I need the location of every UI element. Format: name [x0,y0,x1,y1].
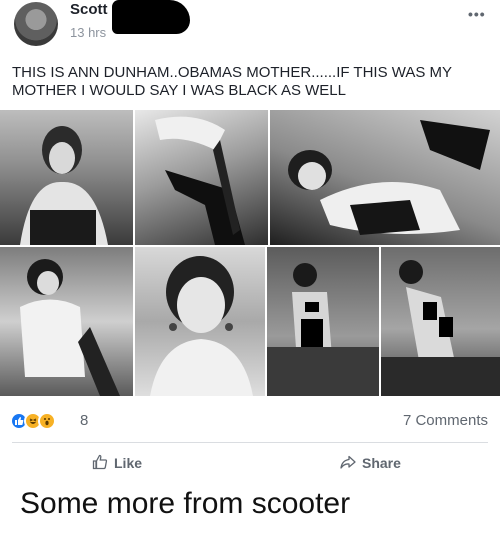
like-button[interactable]: Like [92,454,142,472]
photo-grid [0,110,500,396]
photo-5[interactable] [135,247,265,396]
meme-caption: Some more from scooter [20,487,351,520]
photo-2[interactable] [135,110,268,245]
post-header: Scott 13 hrs ••• [0,0,500,54]
post-text: THIS IS ANN DUNHAM..OBAMAS MOTHER......I… [12,64,452,99]
divider [12,442,488,443]
post-timestamp[interactable]: 13 hrs [70,25,106,40]
avatar[interactable] [14,2,58,46]
share-label: Share [362,455,401,471]
photo-4[interactable] [0,247,133,396]
like-label: Like [114,455,143,471]
comments-count[interactable]: 7 Comments [403,412,488,429]
photo-7[interactable] [381,247,500,396]
photo-1[interactable] [0,110,133,245]
more-options-icon[interactable]: ••• [468,6,486,22]
redaction-mark [112,0,190,34]
share-button[interactable]: Share [340,454,401,472]
wow-reaction-icon [38,412,56,430]
photo-3[interactable] [270,110,500,245]
author-name[interactable]: Scott [70,1,108,18]
thumbs-up-icon [92,454,108,473]
share-arrow-icon [340,454,356,473]
photo-6[interactable] [267,247,379,396]
reaction-count[interactable]: 8 [80,412,88,429]
